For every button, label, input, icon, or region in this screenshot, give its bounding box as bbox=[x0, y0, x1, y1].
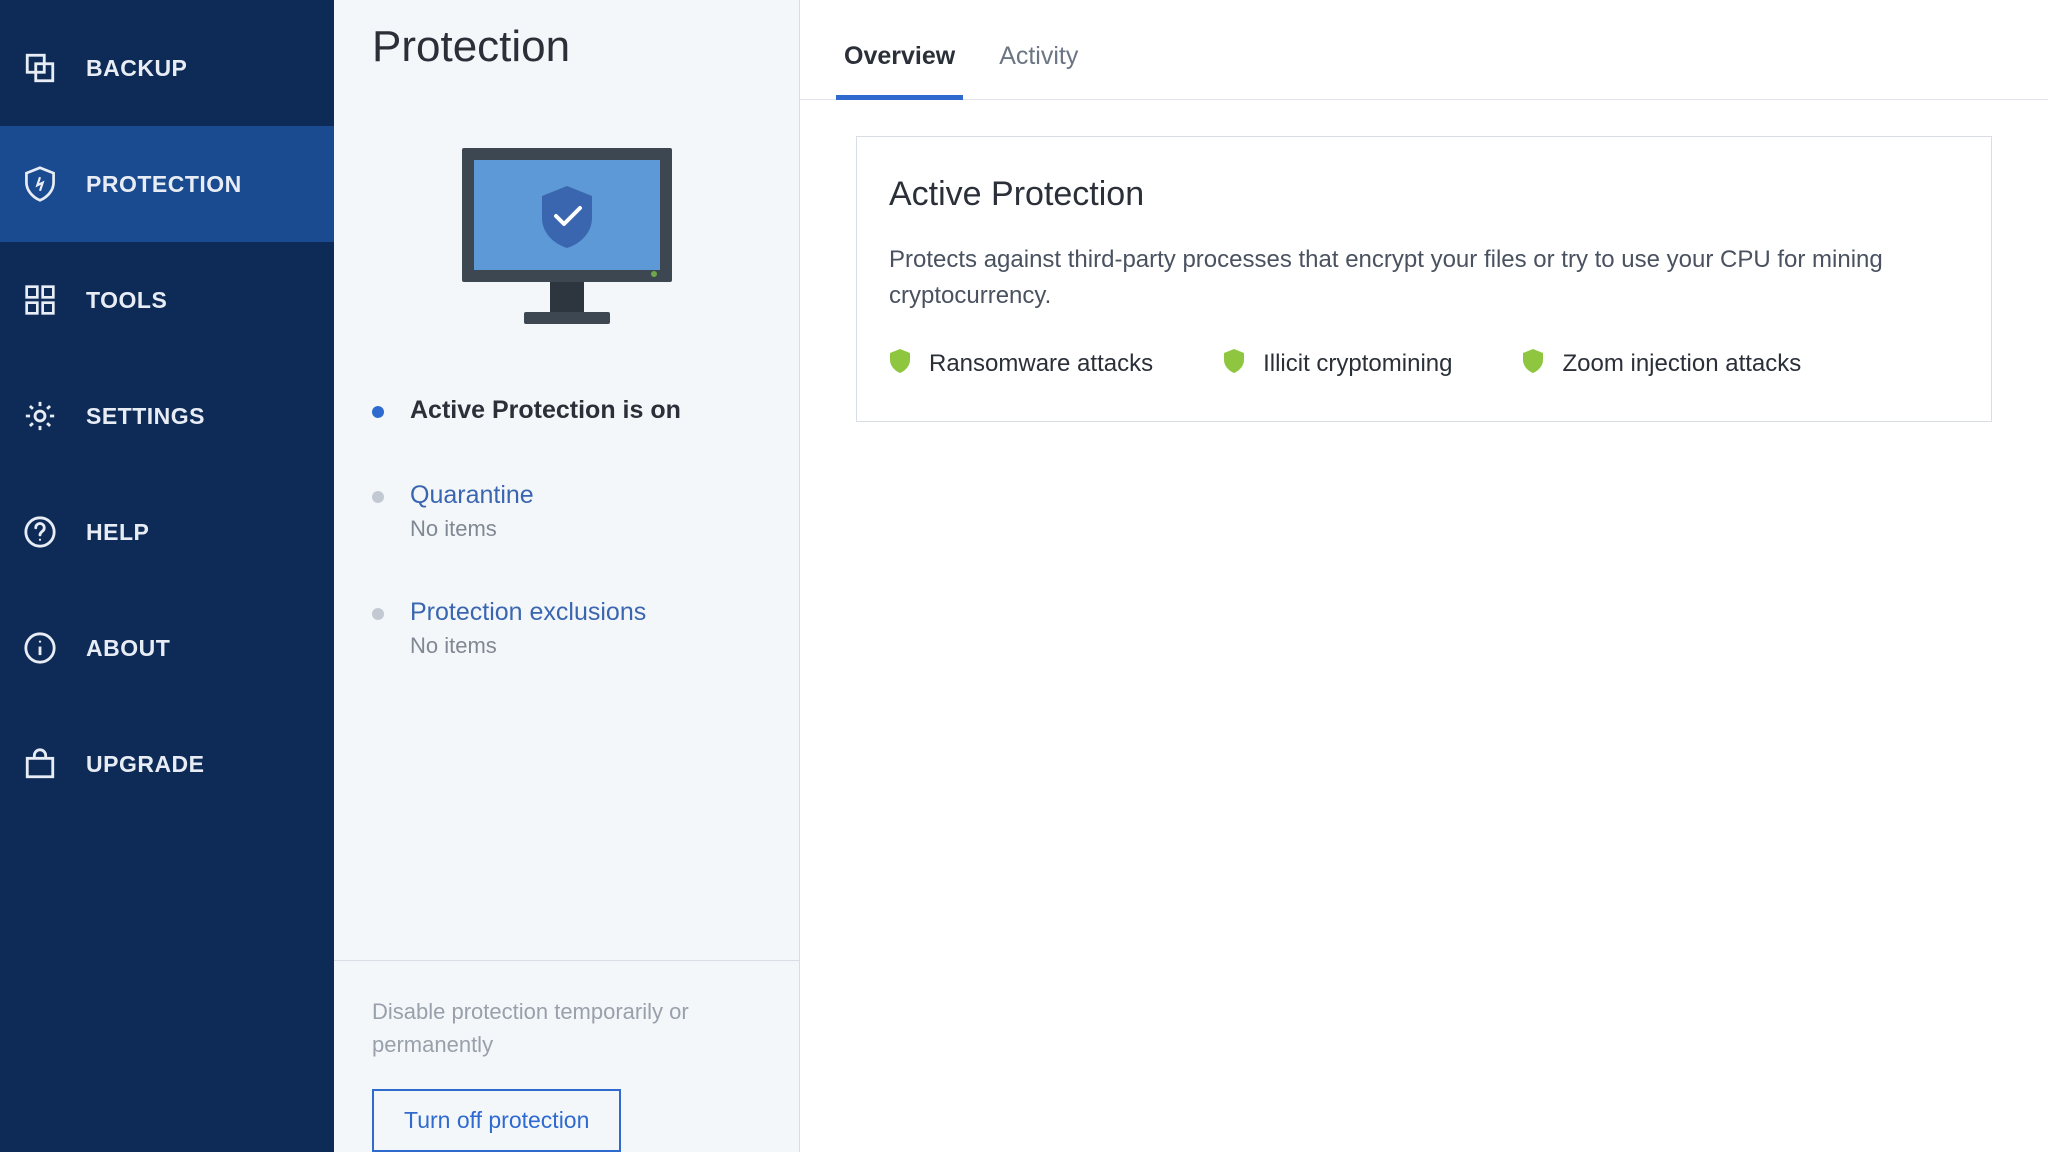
status-dot-icon bbox=[372, 491, 384, 503]
gear-icon bbox=[22, 398, 58, 434]
info-icon bbox=[22, 630, 58, 666]
turn-off-protection-button[interactable]: Turn off protection bbox=[372, 1089, 621, 1152]
status-quarantine[interactable]: Quarantine No items bbox=[372, 481, 799, 542]
tab-activity[interactable]: Activity bbox=[977, 42, 1100, 99]
threat-list: Ransomware attacks Illicit cryptomining … bbox=[889, 348, 1959, 379]
middle-panel: Protection Active Protection is on Quara… bbox=[334, 0, 800, 1152]
sidebar-item-label: UPGRADE bbox=[86, 751, 205, 778]
sidebar-item-help[interactable]: HELP bbox=[0, 474, 334, 590]
shield-check-icon bbox=[1522, 348, 1544, 379]
status-exclusions[interactable]: Protection exclusions No items bbox=[372, 598, 799, 659]
tab-overview[interactable]: Overview bbox=[822, 42, 977, 99]
threat-label: Zoom injection attacks bbox=[1562, 350, 1801, 378]
shield-icon bbox=[22, 166, 58, 202]
monitor-illustration bbox=[334, 140, 799, 340]
main-content: Overview Activity Active Protection Prot… bbox=[800, 0, 2048, 1152]
threat-label: Ransomware attacks bbox=[929, 350, 1153, 378]
sidebar-item-label: PROTECTION bbox=[86, 171, 242, 198]
grid-icon bbox=[22, 282, 58, 318]
exclusions-subtext: No items bbox=[410, 633, 646, 659]
shield-check-icon bbox=[889, 348, 911, 379]
sidebar-item-about[interactable]: ABOUT bbox=[0, 590, 334, 706]
help-icon bbox=[22, 514, 58, 550]
threat-ransomware: Ransomware attacks bbox=[889, 348, 1153, 379]
sidebar-item-settings[interactable]: SETTINGS bbox=[0, 358, 334, 474]
bag-icon bbox=[22, 746, 58, 782]
sidebar-item-upgrade[interactable]: UPGRADE bbox=[0, 706, 334, 822]
threat-label: Illicit cryptomining bbox=[1263, 350, 1452, 378]
card-title: Active Protection bbox=[889, 175, 1959, 214]
page-title: Protection bbox=[334, 0, 799, 72]
quarantine-link: Quarantine bbox=[410, 481, 534, 510]
tab-bar: Overview Activity bbox=[800, 0, 2048, 100]
sidebar-item-protection[interactable]: PROTECTION bbox=[0, 126, 334, 242]
shield-check-icon bbox=[1223, 348, 1245, 379]
status-dot-active-icon bbox=[372, 406, 384, 418]
exclusions-link: Protection exclusions bbox=[410, 598, 646, 627]
sidebar-item-label: HELP bbox=[86, 519, 149, 546]
status-list: Active Protection is on Quarantine No it… bbox=[334, 396, 799, 715]
sidebar: BACKUP PROTECTION TOOLS SETTINGS bbox=[0, 0, 334, 1152]
active-protection-card: Active Protection Protects against third… bbox=[856, 136, 1992, 422]
disable-area: Disable protection temporarily or perman… bbox=[334, 960, 799, 1152]
disable-description: Disable protection temporarily or perman… bbox=[372, 995, 732, 1061]
quarantine-subtext: No items bbox=[410, 516, 534, 542]
status-dot-icon bbox=[372, 608, 384, 620]
sidebar-item-label: ABOUT bbox=[86, 635, 170, 662]
sidebar-item-backup[interactable]: BACKUP bbox=[0, 10, 334, 126]
backup-icon bbox=[22, 50, 58, 86]
sidebar-item-label: BACKUP bbox=[86, 55, 187, 82]
sidebar-item-tools[interactable]: TOOLS bbox=[0, 242, 334, 358]
status-active-protection: Active Protection is on bbox=[372, 396, 799, 425]
threat-zoom-injection: Zoom injection attacks bbox=[1522, 348, 1801, 379]
sidebar-item-label: TOOLS bbox=[86, 287, 167, 314]
threat-cryptomining: Illicit cryptomining bbox=[1223, 348, 1452, 379]
status-active-label: Active Protection is on bbox=[410, 396, 681, 425]
sidebar-item-label: SETTINGS bbox=[86, 403, 205, 430]
card-description: Protects against third-party processes t… bbox=[889, 242, 1909, 314]
